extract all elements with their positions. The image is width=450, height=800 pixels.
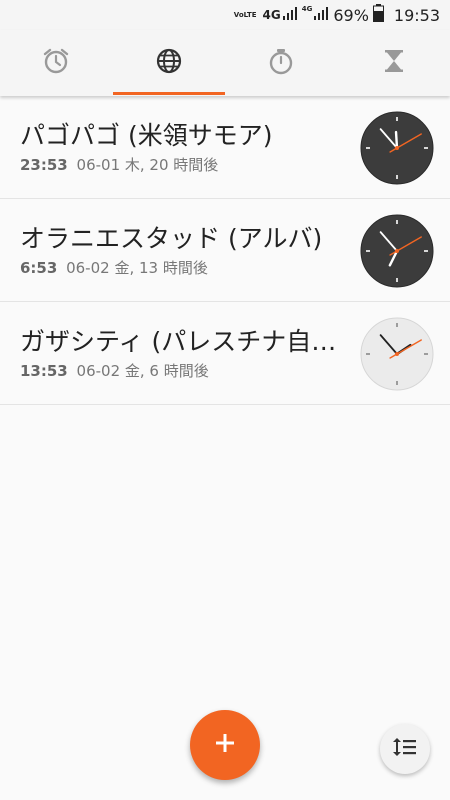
city-time: 6:53 <box>20 259 58 277</box>
tab-stopwatch[interactable] <box>225 30 338 96</box>
analog-clock-icon <box>360 111 434 185</box>
city-name: オラニエスタッド (アルバ) <box>20 224 323 253</box>
add-city-button[interactable] <box>190 710 260 780</box>
city-detail: 06-01 木, 20 時間後 <box>76 156 219 174</box>
city-row[interactable]: オラニエスタッド (アルバ) 6:53 06-02 金, 13 時間後 <box>0 199 450 302</box>
tab-alarm[interactable] <box>0 30 113 96</box>
battery-percent: 69% <box>333 5 369 25</box>
globe-icon <box>155 47 183 79</box>
tab-bar <box>0 30 450 96</box>
world-clock-list: パゴパゴ (米領サモア) 23:53 06-01 木, 20 時間後 オラニエス… <box>0 96 450 405</box>
city-row[interactable]: ガザシティ (パレスチナ自治区) 13:53 06-02 金, 6 時間後 <box>0 302 450 405</box>
sort-button[interactable] <box>380 724 430 774</box>
status-bar: VoLTE 4G 4G 69% 19:53 <box>0 0 450 30</box>
network-type-label-2: 4G <box>301 5 313 13</box>
city-name: ガザシティ (パレスチナ自治区) <box>20 327 355 356</box>
city-detail: 06-02 金, 13 時間後 <box>66 259 208 277</box>
status-time: 19:53 <box>393 5 440 25</box>
tab-world-clock[interactable] <box>112 30 226 96</box>
city-row[interactable]: パゴパゴ (米領サモア) 23:53 06-01 木, 20 時間後 <box>0 96 450 199</box>
analog-clock-icon <box>360 317 434 391</box>
tab-timer[interactable] <box>338 30 450 96</box>
city-meta: 13:53 06-02 金, 6 時間後 <box>20 360 209 381</box>
alarm-clock-icon <box>42 47 70 79</box>
volte-indicator: VoLTE <box>233 11 257 19</box>
analog-clock-icon <box>360 214 434 288</box>
city-name: パゴパゴ (米領サモア) <box>20 121 273 150</box>
city-meta: 23:53 06-01 木, 20 時間後 <box>20 154 218 175</box>
sort-icon <box>392 736 418 762</box>
plus-icon <box>214 732 236 758</box>
hourglass-icon <box>380 47 408 79</box>
signal-icon <box>282 5 298 25</box>
world-clock-screen: VoLTE 4G 4G 69% 19:53 パゴパゴ (米領サモア) 23:53… <box>0 0 450 800</box>
network-type-label: 4G <box>262 8 281 22</box>
stopwatch-icon <box>267 47 295 79</box>
city-meta: 6:53 06-02 金, 13 時間後 <box>20 257 208 278</box>
city-time: 13:53 <box>20 362 68 380</box>
city-detail: 06-02 金, 6 時間後 <box>76 362 209 380</box>
city-time: 23:53 <box>20 156 68 174</box>
signal-icon-2 <box>313 5 329 25</box>
battery-icon <box>372 4 384 26</box>
